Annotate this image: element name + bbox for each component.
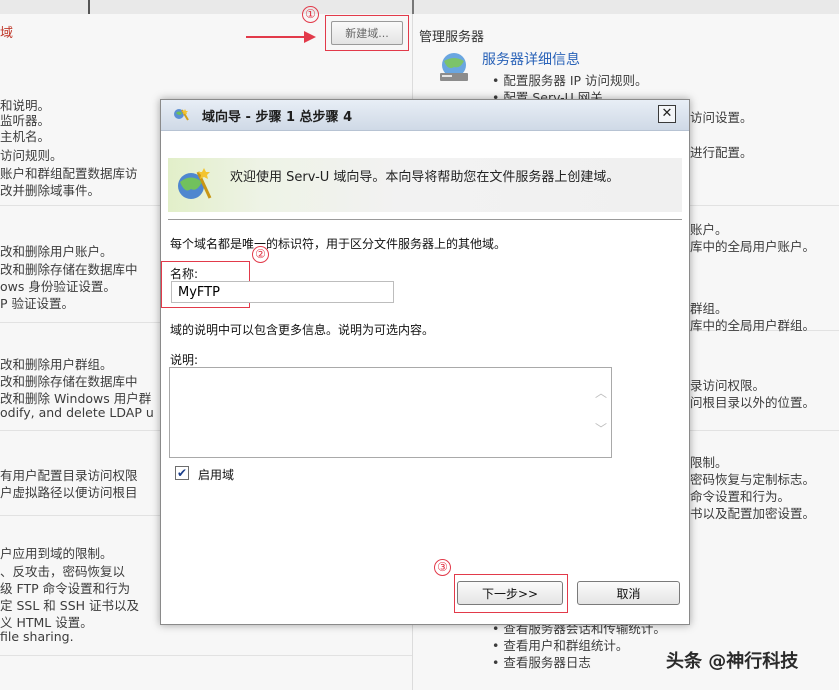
manage-server-title: 管理服务器 bbox=[419, 30, 485, 45]
bg-text-line: 访问设置。 bbox=[690, 110, 753, 125]
bg-text-line: 进行配置。 bbox=[690, 145, 753, 160]
bg-text-line: 改并删除域事件。 bbox=[0, 183, 101, 198]
bg-text-line: 主机名。 bbox=[0, 129, 51, 144]
separator bbox=[0, 515, 160, 516]
bg-text-line: 改和删除用户账户。 bbox=[0, 244, 113, 259]
enable-domain-checkbox[interactable]: ✔ bbox=[175, 466, 189, 480]
welcome-text: 欢迎使用 Serv-U 域向导。本向导将帮助您在文件服务器上创建域。 bbox=[230, 170, 620, 185]
domain-section-label: 域 bbox=[0, 26, 14, 41]
domain-name-input[interactable] bbox=[171, 281, 394, 303]
domain-description-textarea[interactable] bbox=[169, 367, 612, 458]
bg-text-line: 户虚拟路径以便访问根目 bbox=[0, 485, 138, 500]
dialog-title-bar[interactable]: 域向导 - 步骤 1 总步骤 4 ✕ bbox=[161, 100, 689, 131]
top-toolbar-strip bbox=[0, 0, 839, 15]
header-divider bbox=[168, 219, 682, 220]
welcome-banner: 欢迎使用 Serv-U 域向导。本向导将帮助您在文件服务器上创建域。 bbox=[168, 158, 682, 212]
next-button[interactable]: 下一步>> bbox=[457, 581, 563, 605]
annotation-step3: ③ bbox=[434, 559, 451, 576]
description-hint-text: 域的说明中可以包含更多信息。说明为可选内容。 bbox=[170, 323, 435, 337]
wizard-globe-icon bbox=[178, 168, 212, 199]
watermark-text: 头条 @神行科技 bbox=[666, 651, 799, 672]
bg-text-line: 问根目录以外的位置。 bbox=[690, 395, 816, 410]
separator bbox=[0, 205, 160, 206]
name-label: 名称: bbox=[170, 267, 199, 281]
annotation-step2: ② bbox=[252, 246, 269, 263]
server-details-link[interactable]: 服务器详细信息 bbox=[482, 49, 580, 69]
bg-text-line: 访问规则。 bbox=[0, 148, 63, 163]
bg-text-line: 库中的全局用户账户。 bbox=[690, 239, 816, 254]
separator bbox=[0, 430, 160, 431]
dialog-title: 域向导 - 步骤 1 总步骤 4 bbox=[202, 110, 353, 125]
toolbar-divider bbox=[410, 0, 414, 14]
close-icon[interactable]: ✕ bbox=[658, 105, 676, 123]
bg-text-line: 书以及配置加密设置。 bbox=[690, 506, 816, 521]
bg-text-line: odify, and delete LDAP u bbox=[0, 405, 154, 420]
bg-text-line: 户应用到域的限制。 bbox=[0, 546, 113, 561]
description-label: 说明: bbox=[170, 353, 199, 367]
server-globe-icon bbox=[440, 53, 468, 81]
bg-text-line: 库中的全局用户群组。 bbox=[690, 318, 816, 333]
bg-text-line: • 查看服务器日志 bbox=[492, 655, 591, 670]
new-domain-button[interactable]: 新建域... bbox=[331, 21, 403, 45]
annotation-step1: ① bbox=[302, 6, 319, 23]
toolbar-segment bbox=[0, 0, 90, 14]
annotation-arrow-icon bbox=[246, 31, 316, 43]
separator bbox=[688, 430, 839, 431]
enable-domain-label: 启用域 bbox=[198, 468, 235, 482]
scroll-up-icon[interactable]: ︿ bbox=[595, 387, 607, 399]
domain-wizard-dialog: 域向导 - 步骤 1 总步骤 4 ✕ 欢迎使用 Serv-U 域向导。本向导将帮… bbox=[160, 99, 690, 625]
separator bbox=[0, 322, 160, 323]
separator bbox=[0, 655, 412, 656]
separator bbox=[688, 205, 839, 206]
bg-text-line: file sharing. bbox=[0, 629, 74, 644]
name-hint-text: 每个域名都是唯一的标识符，用于区分文件服务器上的其他域。 bbox=[170, 237, 507, 251]
scroll-down-icon[interactable]: ﹀ bbox=[595, 423, 607, 435]
bg-text-line: P 验证设置。 bbox=[0, 296, 75, 311]
cancel-button[interactable]: 取消 bbox=[577, 581, 680, 605]
wizard-icon bbox=[174, 109, 189, 121]
